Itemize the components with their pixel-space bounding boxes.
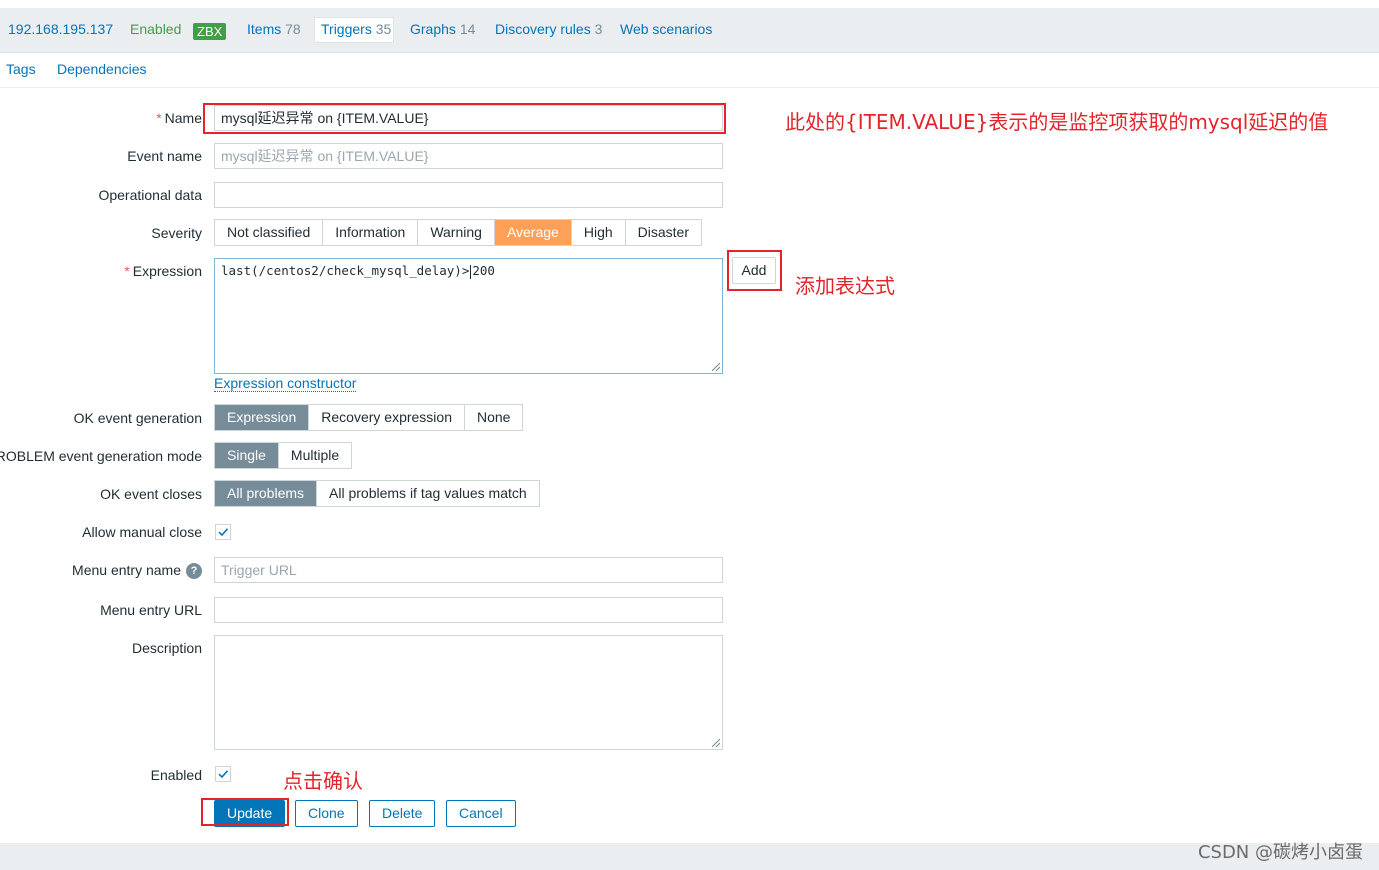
severity-selector: Not classified Information Warning Avera… [214,219,702,246]
expression-textarea[interactable]: last(/centos2/check_mysql_delay)> 200 [214,258,723,374]
tab-dependencies[interactable]: Dependencies [57,61,147,77]
severity-high[interactable]: High [572,220,626,245]
severity-disaster[interactable]: Disaster [626,220,701,245]
tab-triggers[interactable]: Triggers 35 [321,21,391,37]
problem-mode-selector: Single Multiple [214,442,353,469]
name-annotation: 此处的{ITEM.VALUE}表示的是监控项获取的mysql延迟的值 [785,110,1329,134]
menu-entry-name-input[interactable]: Trigger URL [214,557,723,583]
add-annotation: 添加表达式 [795,274,895,298]
severity-not-classified[interactable]: Not classified [215,220,324,245]
required-marker: * [124,263,130,279]
problem-mode-single[interactable]: Single [215,443,279,468]
host-status-enabled[interactable]: Enabled [130,21,181,37]
zbx-availability-badge: ZBX [193,23,227,40]
ok-gen-none[interactable]: None [465,405,522,430]
severity-label: Severity [151,225,202,241]
tab-items-count: 78 [285,21,301,37]
help-icon[interactable]: ? [186,563,202,580]
checkmark-icon [218,770,229,779]
tab-items-label: Items [247,21,282,37]
clone-button[interactable]: Clone [295,800,358,827]
expression-text: last(/centos2/check_mysql_delay)> 200 [221,263,495,279]
ok-event-closes-selector: All problems All problems if tag values … [214,480,540,507]
delete-button[interactable]: Delete [369,800,436,827]
update-highlight-box [201,798,289,826]
host-link[interactable]: 192.168.195.137 [8,21,113,37]
enabled-label: Enabled [150,767,202,783]
tab-tags[interactable]: Tags [6,61,36,77]
footer-bar [0,843,1379,870]
name-label-text: Name [164,110,202,126]
tab-discovery-count: 3 [594,21,603,37]
expression-text-after: 200 [472,263,495,278]
description-label: Description [131,640,202,656]
required-marker: * [156,110,162,126]
checkmark-icon [218,528,229,537]
allow-manual-close-label: Allow manual close [82,524,202,540]
name-highlight-box [203,103,726,134]
tab-triggers-count: 35 [375,21,392,37]
ok-closes-tag-match[interactable]: All problems if tag values match [317,481,539,506]
menu-entry-name-label-text: Menu entry name [72,562,181,578]
tab-graphs-label: Graphs [410,21,456,37]
description-textarea[interactable] [214,635,723,750]
severity-information[interactable]: Information [323,220,419,245]
top-strip [0,0,1379,8]
problem-mode-multiple[interactable]: Multiple [279,443,351,468]
ok-gen-expression[interactable]: Expression [215,405,310,430]
ok-event-generation-selector: Expression Recovery expression None [214,404,524,431]
tab-discovery-rules[interactable]: Discovery rules 3 [495,21,602,37]
name-label: * Name [156,110,202,126]
operational-data-input[interactable] [214,182,723,208]
event-name-label: Event name [127,148,202,164]
expression-label: * Expression [124,263,202,279]
menu-entry-url-input[interactable] [214,597,723,623]
tab-web-scenarios[interactable]: Web scenarios [620,21,712,37]
menu-entry-name-label: Menu entry name? [72,562,202,580]
menu-entry-url-label: Menu entry URL [100,602,202,618]
tab-triggers-label: Triggers [321,21,372,37]
tab-discovery-label: Discovery rules [495,21,591,37]
watermark: CSDN @碳烤小卤蛋 [1197,842,1363,863]
expression-text-before: last(/centos2/check_mysql_delay)> [221,263,470,278]
enabled-checkbox[interactable] [215,766,231,782]
expression-constructor-link[interactable]: Expression constructor [214,375,357,392]
form-sub-tabs: Tags Dependencies [0,53,1379,88]
severity-average[interactable]: Average [494,220,572,245]
ok-event-closes-label: OK event closes [100,486,202,502]
tab-graphs[interactable]: Graphs 14 [410,21,475,37]
ok-closes-all-problems[interactable]: All problems [215,481,318,506]
tab-items[interactable]: Items 78 [247,21,301,37]
host-navigation: 192.168.195.137 Enabled ZBX Items 78 Tri… [0,8,1379,53]
severity-warning[interactable]: Warning [418,220,495,245]
problem-mode-label: PROBLEM event generation mode [0,448,202,464]
ok-event-generation-label: OK event generation [73,410,202,426]
allow-manual-close-checkbox[interactable] [215,524,231,540]
expression-label-text: Expression [132,263,202,279]
cancel-button[interactable]: Cancel [446,800,516,827]
resize-handle-icon[interactable] [712,739,720,747]
resize-handle-icon[interactable] [712,363,720,371]
tab-graphs-count: 14 [459,21,476,37]
ok-gen-recovery-expression[interactable]: Recovery expression [309,405,465,430]
add-highlight-box [727,250,782,291]
operational-data-label: Operational data [98,187,202,203]
event-name-input[interactable]: mysql延迟异常 on {ITEM.VALUE} [214,143,723,169]
confirm-annotation: 点击确认 [283,769,363,793]
